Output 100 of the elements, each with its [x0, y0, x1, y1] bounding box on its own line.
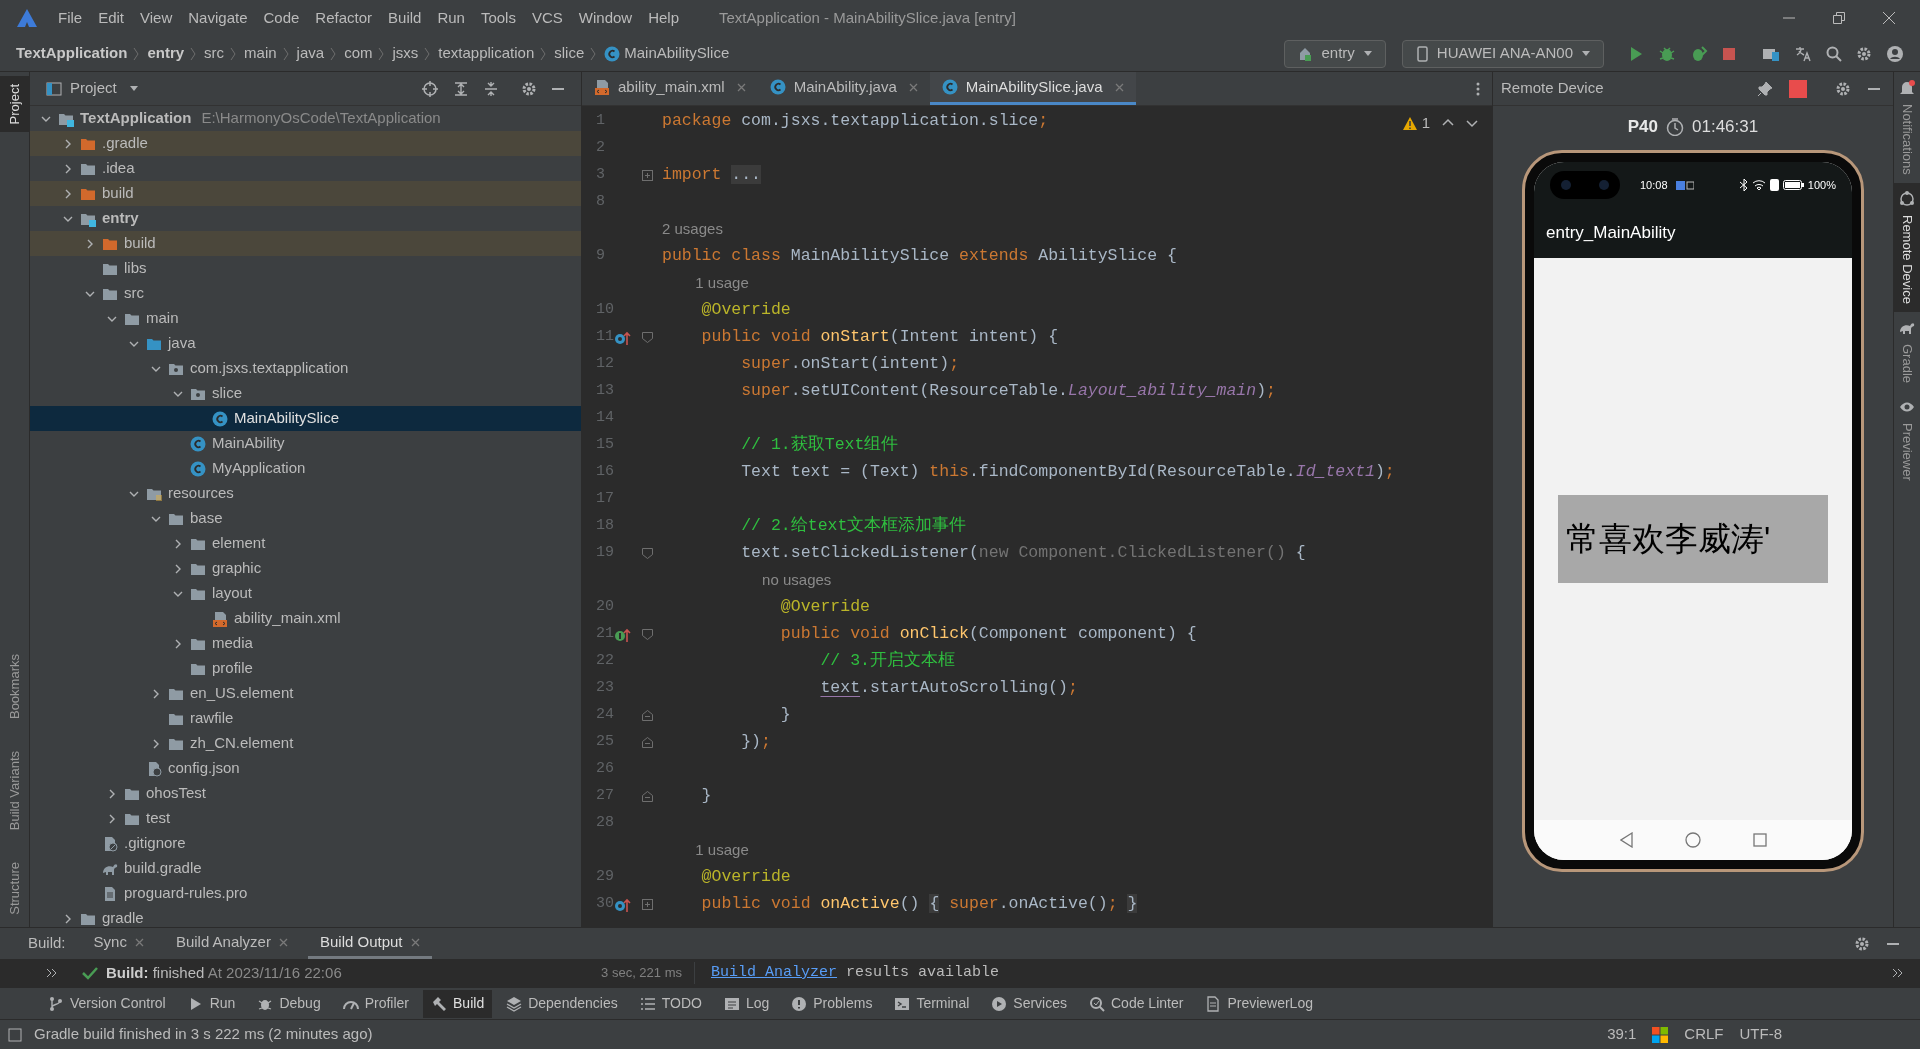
- tool-window-tab[interactable]: Notifications: [1894, 72, 1920, 183]
- tree-row[interactable]: element: [30, 531, 581, 556]
- editor-tab[interactable]: MainAbility.java: [757, 72, 930, 105]
- search-icon[interactable]: [1826, 45, 1842, 62]
- tool-window-button[interactable]: Version Control: [40, 989, 174, 1018]
- tree-row[interactable]: .idea: [30, 156, 581, 181]
- menu-item[interactable]: Build: [388, 6, 422, 30]
- run-icon[interactable]: [1628, 45, 1644, 62]
- editor-tab[interactable]: ability_main.xml: [582, 72, 758, 105]
- tool-window-button[interactable]: Code Linter: [1081, 989, 1192, 1018]
- tree-row[interactable]: com.jsxs.textapplication: [30, 356, 581, 381]
- tree-row[interactable]: en_US.element: [30, 681, 581, 706]
- tree-row[interactable]: profile: [30, 656, 581, 681]
- menu-item[interactable]: View: [140, 6, 173, 30]
- scrolling-text-box[interactable]: 常喜欢李威涛': [1558, 495, 1828, 583]
- menu-item[interactable]: Window: [578, 6, 633, 30]
- collapse-all-icon[interactable]: [483, 80, 499, 97]
- tree-row[interactable]: java: [30, 331, 581, 356]
- menu-item[interactable]: Tools: [480, 6, 516, 30]
- usage-hint[interactable]: 1 usage: [695, 272, 749, 295]
- tree-row[interactable]: test: [30, 806, 581, 831]
- menu-item[interactable]: Edit: [98, 6, 125, 30]
- tree-row[interactable]: proguard-rules.pro: [30, 881, 581, 906]
- breadcrumb-item[interactable]: jsxs: [392, 42, 419, 65]
- tree-row[interactable]: base: [30, 506, 581, 531]
- tool-window-button[interactable]: Build: [423, 989, 493, 1018]
- implements-method-icon[interactable]: [614, 626, 631, 643]
- build-tab[interactable]: Sync: [81, 928, 156, 959]
- build-analyzer-link[interactable]: Build Analyzer: [711, 963, 838, 981]
- panel-toggle-icon[interactable]: [8, 1027, 22, 1042]
- tool-window-tab[interactable]: Project: [0, 76, 30, 133]
- tree-row[interactable]: src: [30, 281, 581, 306]
- fold-icon[interactable]: [642, 332, 653, 343]
- tree-row[interactable]: media: [30, 631, 581, 656]
- build-status[interactable]: Build: finished At 2023/11/16 22:06: [106, 961, 342, 985]
- close-icon[interactable]: [908, 82, 918, 92]
- tree-row[interactable]: config.json: [30, 756, 581, 781]
- file-encoding[interactable]: UTF-8: [1739, 1023, 1782, 1046]
- pin-icon[interactable]: [1757, 80, 1773, 97]
- more-icon[interactable]: [1476, 81, 1480, 96]
- tree-row[interactable]: build: [30, 181, 581, 206]
- fold-icon[interactable]: [642, 629, 653, 640]
- build-tab[interactable]: Build Analyzer: [163, 928, 300, 959]
- fold-icon[interactable]: [642, 710, 653, 721]
- settings-icon[interactable]: [1835, 80, 1851, 97]
- breadcrumb-item[interactable]: slice: [554, 42, 585, 65]
- menu-item[interactable]: VCS: [531, 6, 563, 30]
- attach-debugger-icon[interactable]: [1690, 44, 1708, 63]
- tree-row[interactable]: gradle: [30, 906, 581, 927]
- breadcrumb-item[interactable]: textapplication: [438, 42, 535, 65]
- tree-row[interactable]: build.gradle: [30, 856, 581, 881]
- fold-icon[interactable]: [642, 737, 653, 748]
- tool-window-button[interactable]: Dependencies: [498, 989, 626, 1018]
- tree-row[interactable]: .gradle: [30, 131, 581, 156]
- tree-row[interactable]: MainAbilitySlice: [30, 406, 581, 431]
- account-icon[interactable]: [1886, 44, 1904, 63]
- usage-hint[interactable]: 1 usage: [695, 839, 749, 862]
- close-icon[interactable]: [134, 937, 144, 947]
- bug-icon[interactable]: [1658, 44, 1676, 63]
- tool-window-button[interactable]: Problems: [783, 989, 881, 1018]
- device-dropdown[interactable]: HUAWEI ANA-AN00: [1401, 39, 1604, 68]
- overrides-method-icon[interactable]: [614, 329, 631, 346]
- line-separator[interactable]: CRLF: [1684, 1023, 1724, 1046]
- menu-item[interactable]: Run: [437, 6, 465, 30]
- tool-window-button[interactable]: Debug: [249, 989, 329, 1018]
- tool-window-button[interactable]: Profiler: [334, 989, 418, 1018]
- breadcrumb-item[interactable]: TextApplication: [16, 42, 128, 65]
- tree-row[interactable]: build: [30, 231, 581, 256]
- breadcrumb-item[interactable]: src: [204, 42, 225, 65]
- tree-row[interactable]: rawfile: [30, 706, 581, 731]
- next-highlight-icon[interactable]: [1466, 117, 1478, 130]
- tree-row[interactable]: resources: [30, 481, 581, 506]
- breadcrumb-item[interactable]: com: [344, 42, 373, 65]
- tool-window-button[interactable]: PreviewerLog: [1197, 989, 1321, 1018]
- expand-icon[interactable]: [1892, 968, 1904, 978]
- tree-row[interactable]: zh_CN.element: [30, 731, 581, 756]
- tree-row[interactable]: MyApplication: [30, 456, 581, 481]
- tool-window-button[interactable]: Services: [983, 989, 1075, 1018]
- close-icon[interactable]: [410, 937, 420, 947]
- menu-item[interactable]: Refactor: [315, 6, 373, 30]
- tree-row[interactable]: layout: [30, 581, 581, 606]
- tree-row[interactable]: entry: [30, 206, 581, 231]
- tool-window-button[interactable]: TODO: [631, 989, 710, 1018]
- locate-icon[interactable]: [421, 79, 439, 98]
- expand-all-icon[interactable]: [453, 80, 469, 97]
- settings-icon[interactable]: [1856, 45, 1872, 62]
- warning-count[interactable]: 1: [1401, 112, 1430, 135]
- tool-window-button[interactable]: Log: [715, 989, 778, 1018]
- usage-hint[interactable]: 2 usages: [662, 218, 723, 241]
- editor-tab[interactable]: MainAbilitySlice.java: [929, 72, 1136, 105]
- tree-row[interactable]: MainAbility: [30, 431, 581, 456]
- project-view-dropdown[interactable]: Project: [70, 77, 139, 100]
- overrides-method-icon[interactable]: [614, 896, 631, 913]
- breadcrumb-item[interactable]: entry: [147, 42, 185, 65]
- tool-window-tab[interactable]: Previewer: [1894, 390, 1920, 489]
- tree-row[interactable]: ohosTest: [30, 781, 581, 806]
- close-icon[interactable]: [736, 82, 746, 92]
- tree-row[interactable]: libs: [30, 256, 581, 281]
- fold-icon[interactable]: [642, 791, 653, 802]
- expand-icon[interactable]: [46, 968, 58, 978]
